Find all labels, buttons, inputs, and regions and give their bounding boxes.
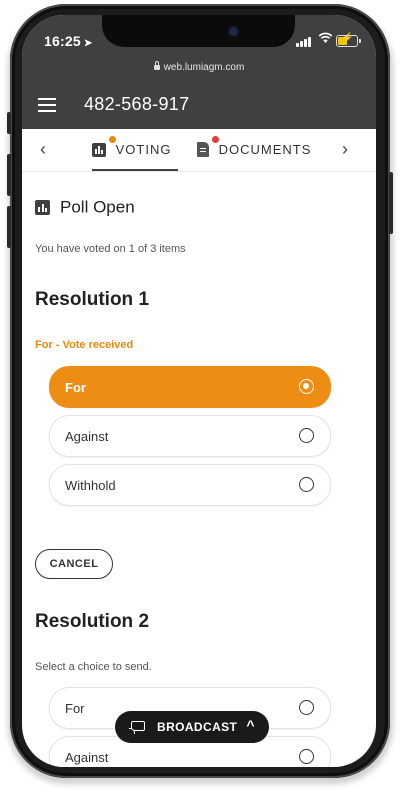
tab-scroll-right-icon[interactable]: › (342, 139, 348, 160)
poll-chart-icon (35, 200, 50, 216)
tab-documents[interactable]: DOCUMENTS (197, 141, 312, 158)
poll-title: Poll Open (60, 197, 135, 217)
broadcast-button[interactable]: BROADCAST ^ (115, 711, 269, 743)
vote-progress-text: You have voted on 1 of 3 items (35, 243, 186, 255)
browser-url-bar[interactable]: web.lumiagm.com (22, 59, 376, 81)
tab-documents-label: DOCUMENTS (218, 142, 312, 158)
wifi-icon (318, 32, 333, 47)
tab-voting[interactable]: VOTING (92, 141, 171, 157)
active-tab-indicator (92, 169, 178, 171)
battery-icon: ⚡ (336, 33, 361, 47)
option-label: Against (65, 429, 109, 444)
camera-icon (229, 27, 238, 36)
option-label: For (65, 380, 86, 395)
cast-icon (129, 721, 145, 734)
volume-up-button (7, 154, 11, 196)
resolution-1-option-withhold[interactable]: Withhold (49, 464, 331, 506)
resolution-1-status: For - Vote received (35, 339, 134, 351)
power-button (389, 172, 393, 234)
app-header: 482-568-917 (22, 81, 376, 129)
location-arrow-icon: ➤ (83, 38, 93, 49)
poll-heading: Poll Open (35, 197, 135, 218)
mute-switch (7, 112, 11, 134)
radio-empty-icon (299, 700, 314, 715)
option-label: Against (65, 750, 109, 765)
radio-empty-icon (299, 428, 314, 443)
option-label: For (65, 701, 85, 716)
url-text: web.lumiagm.com (163, 62, 245, 73)
resolution-1-option-for[interactable]: For (49, 366, 331, 408)
resolution-1-option-against[interactable]: Against (49, 415, 331, 457)
voting-notification-dot (109, 136, 116, 143)
chevron-up-icon: ^ (246, 717, 255, 733)
phone-screen: 16:25 ➤ ⚡ web.lumiagm.com 482-568-917 ‹ V… (22, 15, 376, 767)
status-time: 16:25 ➤ (44, 33, 92, 49)
tab-voting-label: VOTING (115, 142, 172, 158)
option-label: Withhold (65, 478, 116, 493)
cancel-vote-button[interactable]: CANCEL (35, 549, 113, 579)
broadcast-label: BROADCAST (157, 720, 238, 734)
radio-empty-icon (299, 749, 314, 764)
resolution-1-title: Resolution 1 (35, 289, 150, 310)
lock-icon (153, 61, 160, 70)
resolution-2-hint: Select a choice to send. (35, 661, 152, 673)
status-time-text: 16:25 (44, 33, 81, 49)
documents-notification-dot (212, 136, 219, 143)
tab-scroll-left-icon[interactable]: ‹ (40, 139, 46, 160)
radio-selected-icon (299, 379, 314, 394)
volume-down-button (7, 206, 11, 248)
radio-empty-icon (299, 477, 314, 492)
notch (102, 15, 295, 47)
meeting-id: 482-568-917 (84, 94, 190, 114)
tab-bar: ‹ VOTING DOCUMENTS › (22, 129, 376, 172)
document-icon (197, 142, 209, 158)
hamburger-menu-icon[interactable] (38, 98, 56, 112)
resolution-2-title: Resolution 2 (35, 611, 150, 632)
poll-chart-icon (92, 142, 106, 157)
